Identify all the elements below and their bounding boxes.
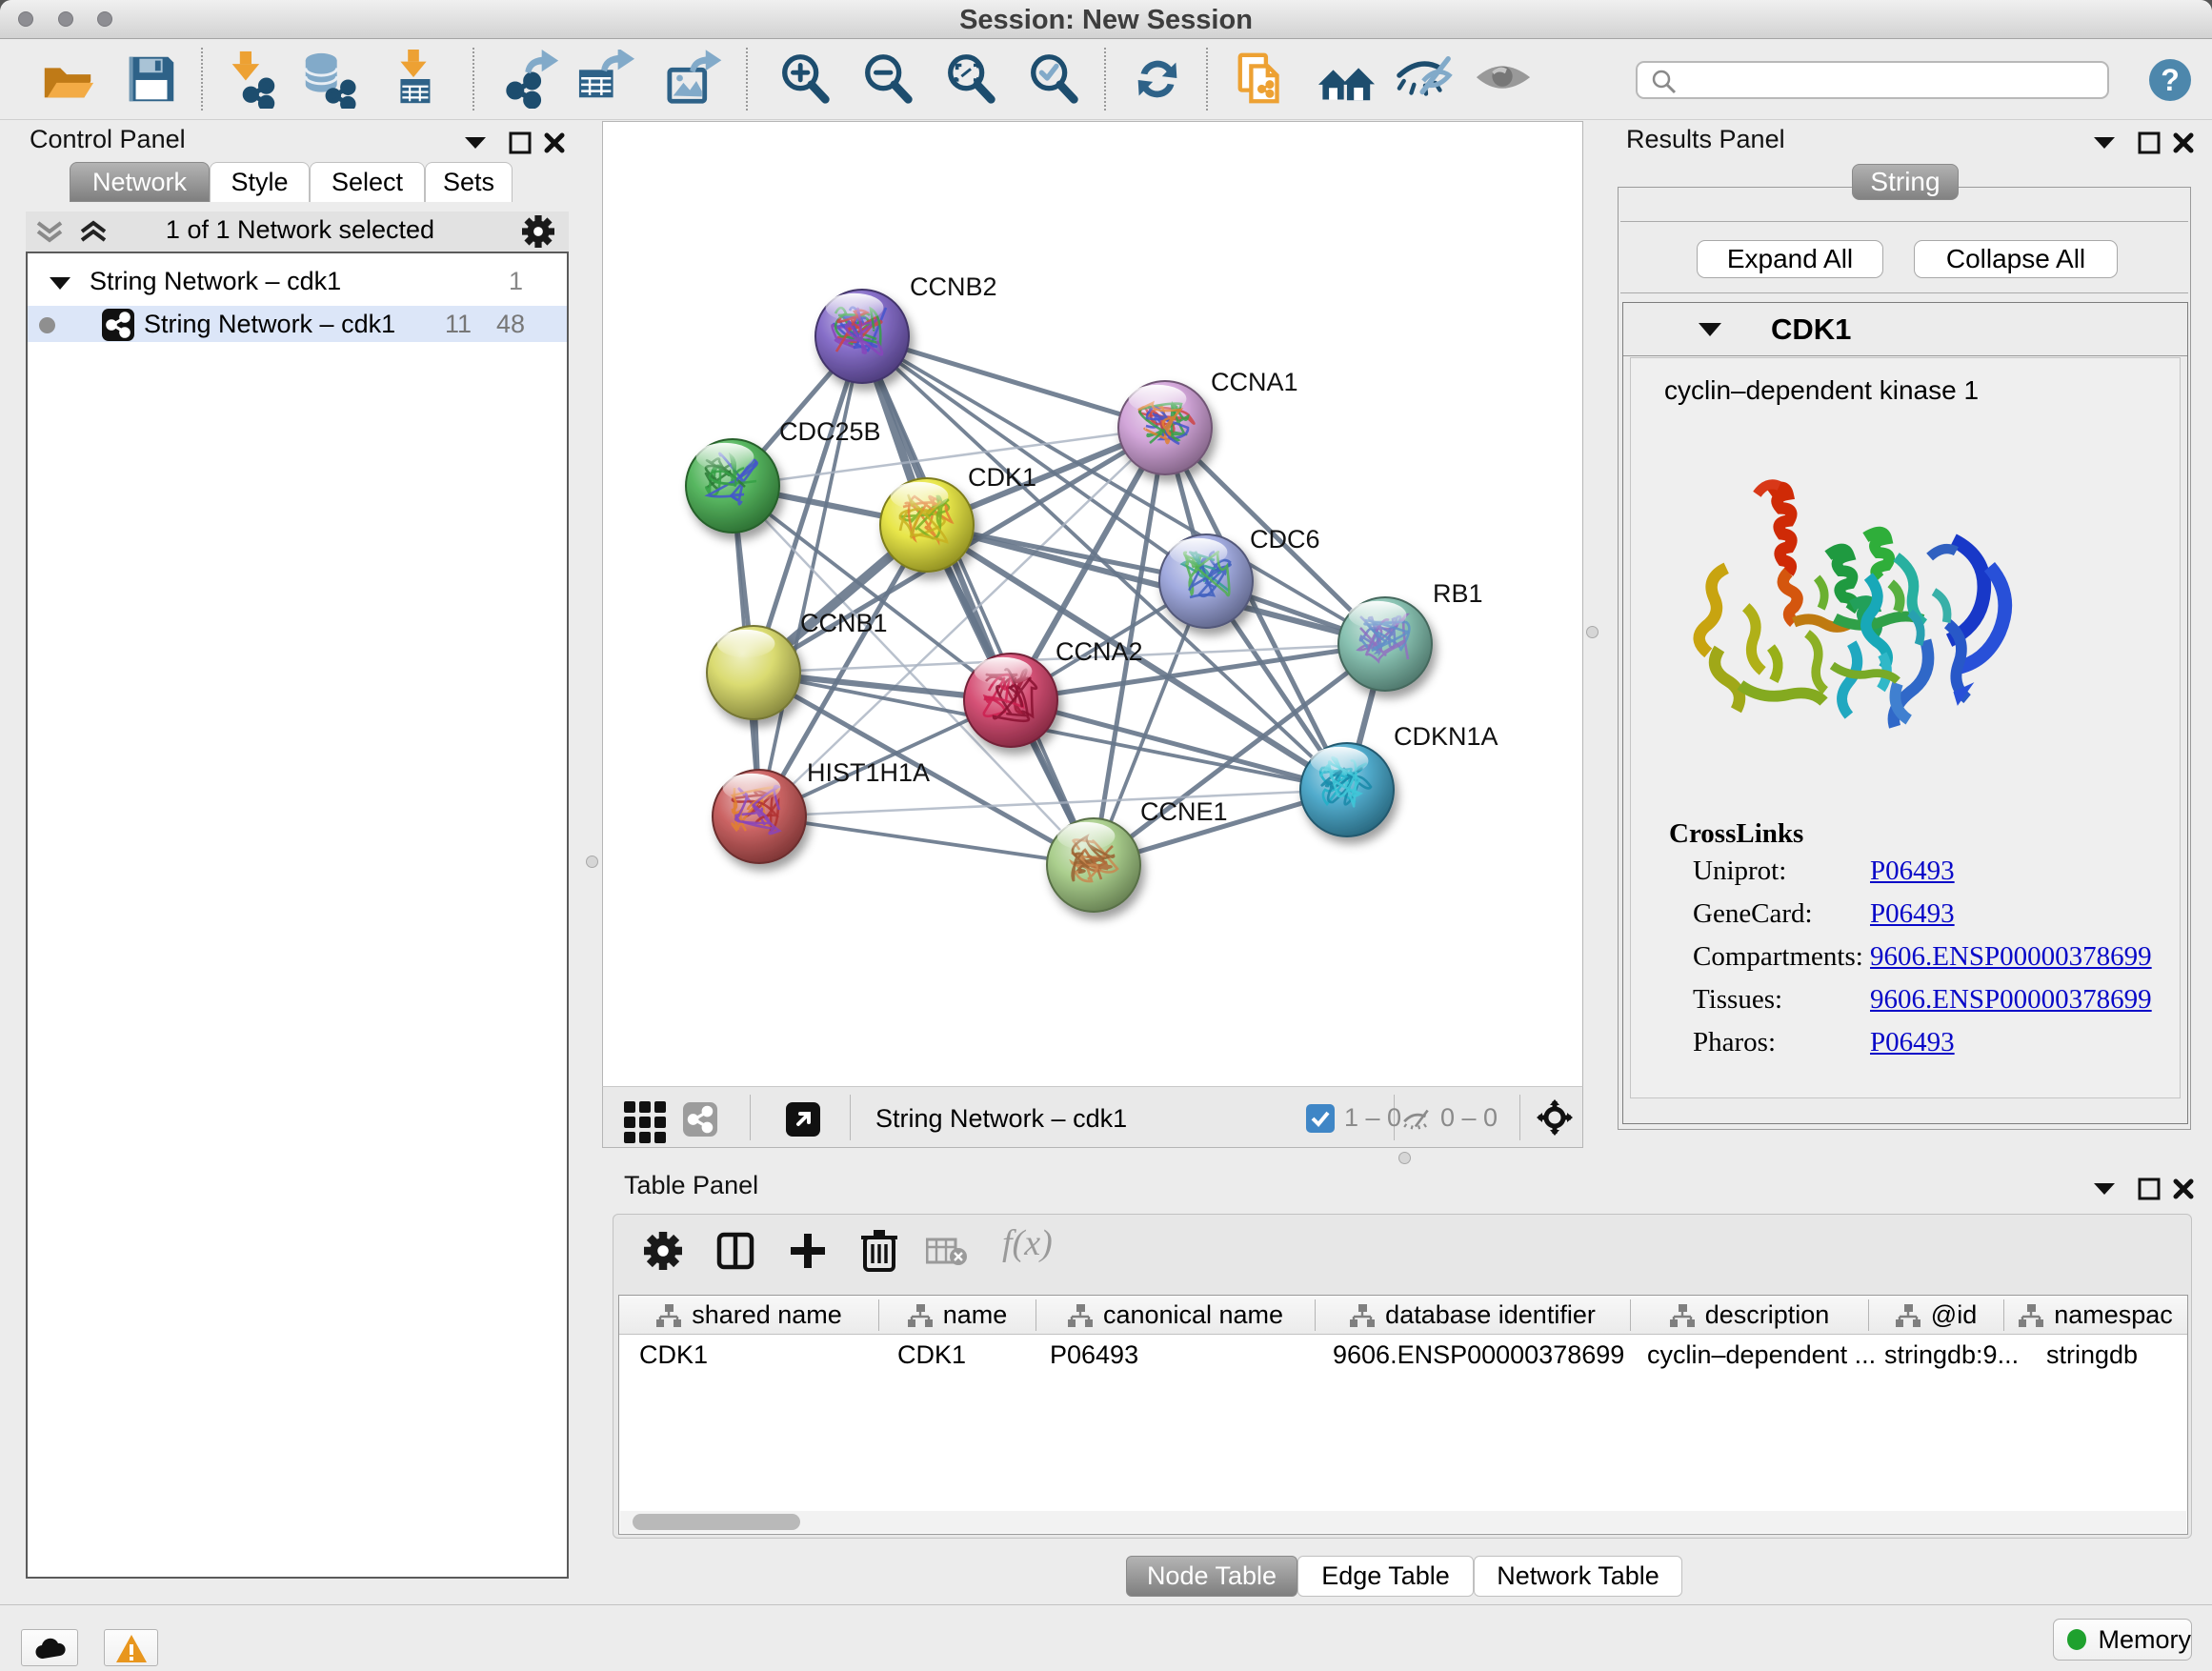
svg-text:CDK1: CDK1 bbox=[968, 463, 1036, 492]
svg-text:CCNB2: CCNB2 bbox=[910, 272, 997, 301]
svg-text:CCNA1: CCNA1 bbox=[1211, 368, 1298, 396]
svg-text:CDC6: CDC6 bbox=[1250, 525, 1320, 554]
svg-text:RB1: RB1 bbox=[1433, 579, 1483, 608]
svg-text:CCNA2: CCNA2 bbox=[1056, 637, 1143, 666]
svg-text:HIST1H1A: HIST1H1A bbox=[807, 758, 930, 787]
svg-text:CDKN1A: CDKN1A bbox=[1394, 722, 1498, 751]
svg-text:CDC25B: CDC25B bbox=[779, 417, 881, 446]
svg-text:CCNB1: CCNB1 bbox=[800, 609, 888, 637]
svg-text:CCNE1: CCNE1 bbox=[1140, 797, 1228, 826]
